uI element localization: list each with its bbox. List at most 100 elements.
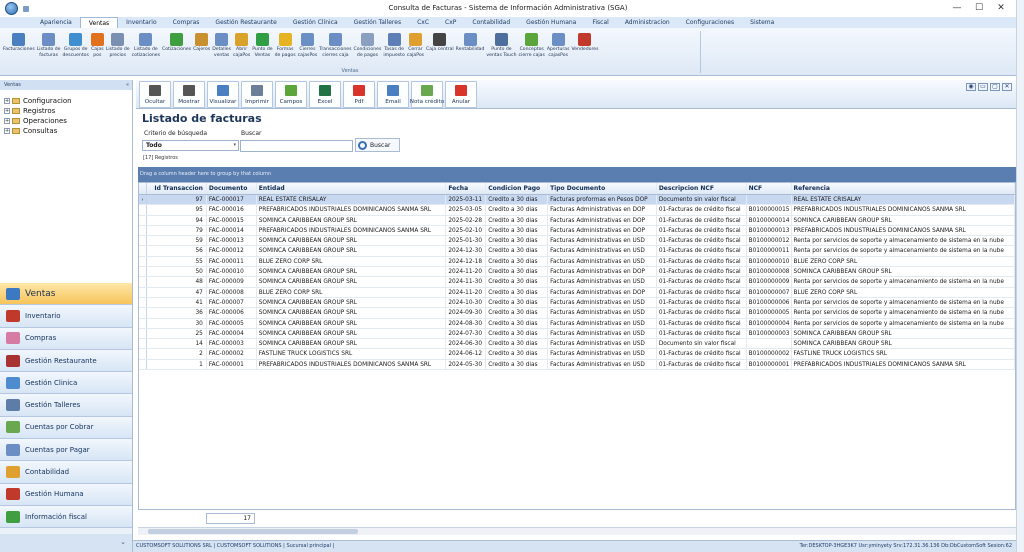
tab-gestión-clínica[interactable]: Gestión Clínica xyxy=(285,17,346,28)
row-indicator xyxy=(139,215,147,225)
tab-compras[interactable]: Compras xyxy=(165,17,208,28)
group-by-panel[interactable]: Drag a column header here to group by th… xyxy=(138,167,1016,182)
table-row[interactable]: 25 FAC-000004 SOMINCA CARIBBEAN GROUP SRL 2… xyxy=(139,328,1015,340)
tab-gestión-humana[interactable]: Gestión Humana xyxy=(518,17,584,28)
nav-section-ventas[interactable]: Ventas xyxy=(0,283,132,306)
tree-item-operaciones[interactable]: + Operaciones xyxy=(4,116,128,126)
horizontal-scrollbar[interactable] xyxy=(138,527,1016,535)
nav-section-gestión-humana[interactable]: Gestión Humana xyxy=(0,483,132,506)
cell-documento: FAC-000003 xyxy=(207,339,257,349)
table-row[interactable]: 2 FAC-000002 FASTLINE TRUCK LOGISTICS SRL 2… xyxy=(139,349,1015,360)
search-button[interactable]: Buscar xyxy=(355,138,400,152)
collapse-nav-icon[interactable]: « xyxy=(126,80,129,90)
ribbon: Facturaciones Listado de facturas Grupos d… xyxy=(0,28,1016,76)
criterio-select[interactable]: Todo ▾ xyxy=(142,140,239,151)
table-row[interactable]: › 97 FAC-000017 REAL ESTATE CRISALAY 2025-03… xyxy=(139,195,1015,206)
qat-dropdown-icon[interactable] xyxy=(23,5,29,12)
close-button[interactable]: ✕ xyxy=(990,1,1012,15)
buscar-label: Buscar xyxy=(241,130,262,137)
tree-item-registros[interactable]: + Registros xyxy=(4,106,128,116)
table-row[interactable]: 50 FAC-000010 SOMINCA CARIBBEAN GROUP SRL 2… xyxy=(139,267,1015,278)
column-header-id-transaccion[interactable]: Id Transaccion xyxy=(147,183,207,194)
cell-entidad: SOMINCA CARIBBEAN GROUP SRL xyxy=(257,246,447,256)
cell-tipo-documento: Facturas Administrativas en USD xyxy=(548,236,657,246)
panel-mini-button[interactable]: ▭ xyxy=(978,83,988,91)
tab-cxc[interactable]: CxC xyxy=(409,17,437,28)
table-row[interactable]: 55 FAC-000011 BLUE ZERO CORP SRL 2024-12-18… xyxy=(139,256,1015,268)
tab-gestión-talleres[interactable]: Gestión Talleres xyxy=(346,17,409,28)
panel-mini-button[interactable]: ▢ xyxy=(990,83,1000,91)
toolbar-button-nota-crédito[interactable]: Nota crédito xyxy=(410,81,444,108)
toolbar-button-anular[interactable]: Anular xyxy=(445,81,477,108)
chevron-down-icon[interactable]: ⌄ xyxy=(120,538,126,546)
search-input[interactable] xyxy=(240,140,353,152)
table-row[interactable]: 1 FAC-000001 PREFABRICADOS INDUSTRIALES DO… xyxy=(139,359,1015,371)
chevron-down-icon[interactable]: ▾ xyxy=(233,141,236,150)
toolbar-button-campos[interactable]: Campos xyxy=(275,81,307,108)
column-header-tipo-documento[interactable]: Tipo Documento xyxy=(548,183,657,194)
nav-section-inventario[interactable]: Inventario xyxy=(0,305,132,328)
table-row[interactable]: 36 FAC-000006 SOMINCA CARIBBEAN GROUP SRL 2… xyxy=(139,308,1015,319)
tab-cxp[interactable]: CxP xyxy=(437,17,464,28)
table-row[interactable]: 59 FAC-000013 SOMINCA CARIBBEAN GROUP SRL 2… xyxy=(139,236,1015,247)
tab-gestión-restaurante[interactable]: Gestión Restaurante xyxy=(207,17,284,28)
table-row[interactable]: 56 FAC-000012 SOMINCA CARIBBEAN GROUP SRL 2… xyxy=(139,246,1015,257)
column-header-descripcion-ncf[interactable]: Descripcion NCF xyxy=(657,183,747,194)
column-header-fecha[interactable]: Fecha xyxy=(446,183,487,194)
table-row[interactable]: 95 FAC-000016 PREFABRICADOS INDUSTRIALES D… xyxy=(139,205,1015,216)
toolbar-button-email[interactable]: Email xyxy=(377,81,409,108)
tab-apariencia[interactable]: Apariencia xyxy=(32,17,80,28)
nav-section-información-fiscal[interactable]: Información fiscal xyxy=(0,505,132,529)
table-row[interactable]: 79 FAC-000014 PREFABRICADOS INDUSTRIALES D… xyxy=(139,225,1015,237)
expand-icon[interactable]: + xyxy=(4,108,10,114)
nav-footer[interactable]: ⌄ xyxy=(0,534,132,552)
column-header-entidad[interactable]: Entidad xyxy=(257,183,447,194)
panel-mini-button[interactable]: ◉ xyxy=(966,83,976,91)
nav-section-contabilidad[interactable]: Contabilidad xyxy=(0,461,132,484)
app-menu-button[interactable] xyxy=(5,2,18,15)
expand-icon[interactable]: + xyxy=(4,118,10,124)
nav-section-gestión-clinica[interactable]: Gestión Clinica xyxy=(0,372,132,395)
table-row[interactable]: 48 FAC-000009 SOMINCA CARIBBEAN GROUP SRL 2… xyxy=(139,277,1015,288)
nav-section-cuentas-por-pagar[interactable]: Cuentas por Pagar xyxy=(0,439,132,462)
tab-ventas[interactable]: Ventas xyxy=(79,17,119,28)
tree-item-configuracion[interactable]: + Configuracion xyxy=(4,96,128,106)
tab-fiscal[interactable]: Fiscal xyxy=(584,17,616,28)
column-header-referencia[interactable]: Referencia xyxy=(792,183,1015,194)
tab-contabilidad[interactable]: Contabilidad xyxy=(464,17,518,28)
table-row[interactable]: 30 FAC-000005 SOMINCA CARIBBEAN GROUP SRL 2… xyxy=(139,318,1015,329)
tab-configuraciones[interactable]: Configuraciones xyxy=(678,17,742,28)
cell-id-transaccion: 47 xyxy=(147,287,207,297)
toolbar-button-mostrar[interactable]: Mostrar xyxy=(173,81,205,108)
table-row[interactable]: 47 FAC-000008 BLUE ZERO CORP SRL 2024-11-20… xyxy=(139,287,1015,298)
nav-section-compras[interactable]: Compras xyxy=(0,327,132,350)
expand-icon[interactable]: + xyxy=(4,98,10,104)
column-header-documento[interactable]: Documento xyxy=(207,183,257,194)
toolbar-button-pdf[interactable]: Pdf xyxy=(343,81,375,108)
caduceus-icon xyxy=(6,376,20,389)
record-count: [17] Registros xyxy=(143,155,178,161)
tab-inventario[interactable]: Inventario xyxy=(118,17,164,28)
toolbar-button-ocultar[interactable]: Ocultar xyxy=(139,81,171,108)
toolbar-button-excel[interactable]: Excel xyxy=(309,81,341,108)
tree-item-consultas[interactable]: + Consultas xyxy=(4,126,128,136)
table-row[interactable]: 41 FAC-000007 SOMINCA CARIBBEAN GROUP SRL 2… xyxy=(139,297,1015,309)
cell-ncf: B0100000015 xyxy=(747,205,792,215)
right-edge-strip xyxy=(1016,0,1024,552)
tab-administracion[interactable]: Administracion xyxy=(617,17,678,28)
maximize-button[interactable]: ☐ xyxy=(968,1,990,15)
nav-section-gestión-talleres[interactable]: Gestión Talleres xyxy=(0,394,132,417)
expand-icon[interactable]: + xyxy=(4,128,10,134)
toolbar-button-visualizar[interactable]: Visualizar xyxy=(207,81,239,108)
table-row[interactable]: 94 FAC-000015 SOMINCA CARIBBEAN GROUP SRL 2… xyxy=(139,215,1015,226)
tab-sistema[interactable]: Sistema xyxy=(742,17,782,28)
column-header-ncf[interactable]: NCF xyxy=(747,183,792,194)
scrollbar-thumb[interactable] xyxy=(148,529,358,534)
table-row[interactable]: 14 FAC-000003 SOMINCA CARIBBEAN GROUP SRL 2… xyxy=(139,339,1015,350)
nav-section-cuentas-por-cobrar[interactable]: Cuentas por Cobrar xyxy=(0,416,132,440)
panel-mini-button[interactable]: ✕ xyxy=(1002,83,1012,91)
toolbar-button-imprimir[interactable]: Imprimir xyxy=(241,81,273,108)
nav-section-gestión-restaurante[interactable]: Gestión Restaurante xyxy=(0,349,132,373)
minimize-button[interactable]: — xyxy=(946,1,968,15)
column-header-condicion-pago[interactable]: Condicion Pago xyxy=(486,183,549,194)
